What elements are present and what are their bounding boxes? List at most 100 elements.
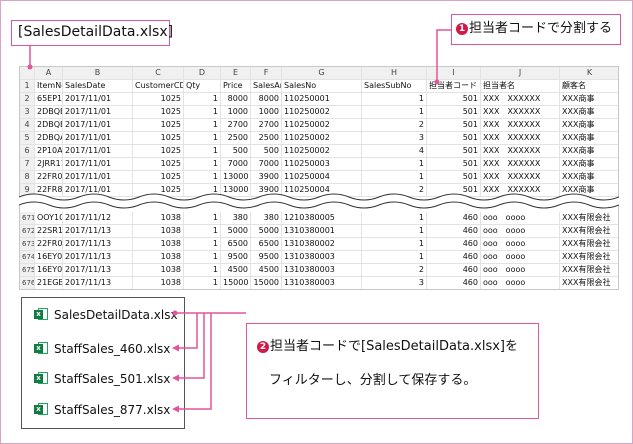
cell-b[interactable]: 2017/11/01 [63, 106, 133, 119]
cell-a[interactable]: 22FR02983411 [35, 238, 63, 251]
cell-c[interactable]: 1038 [133, 277, 184, 289]
cell-h[interactable]: 1 [362, 171, 427, 184]
column-header-b[interactable]: B [63, 67, 133, 80]
cell-c[interactable]: 1025 [133, 93, 184, 106]
cell-g[interactable]: 1310380002 [282, 238, 362, 251]
row-number[interactable]: 2 [20, 93, 35, 106]
file-item[interactable]: x StaffSales_501.xlsx [34, 371, 170, 387]
cell-b[interactable]: 2017/11/01 [63, 119, 133, 132]
row-number[interactable]: 4 [20, 119, 35, 132]
cell-a[interactable]: 2P10A3120000 [35, 145, 63, 158]
cell-j[interactable]: ooo oooo [481, 225, 560, 238]
cell-j[interactable]: ooo oooo [481, 264, 560, 277]
cell-a[interactable]: 65EP101500CI [35, 93, 63, 106]
cell-i[interactable]: 501 [427, 171, 481, 184]
cell-g[interactable]: 110250002 [282, 106, 362, 119]
cell-d[interactable]: 1 [184, 119, 221, 132]
row-number[interactable]: 1 [20, 80, 35, 93]
file-item[interactable]: x StaffSales_877.xlsx [34, 402, 170, 418]
cell-i[interactable]: 501 [427, 158, 481, 171]
cell-g[interactable]: 1310380003 [282, 251, 362, 264]
cell-g[interactable]: 110250002 [282, 119, 362, 132]
cell-b[interactable]: SalesDate [63, 80, 133, 93]
cell-a[interactable]: 2DBQB0155AHD [35, 106, 63, 119]
cell-j[interactable]: 担当者名 [481, 80, 560, 93]
cell-a[interactable]: 21EGB0690000 [35, 277, 63, 289]
row-number[interactable]: 675 [20, 264, 35, 277]
cell-d[interactable]: 1 [184, 264, 221, 277]
cell-f[interactable]: 8000 [251, 93, 282, 106]
cell-e[interactable]: 1000 [221, 106, 251, 119]
cell-k[interactable]: XXX商事 [560, 158, 618, 171]
cell-c[interactable]: 1025 [133, 132, 184, 145]
cell-d[interactable]: Qty [184, 80, 221, 93]
column-header-k[interactable]: K [560, 67, 618, 80]
cell-g[interactable]: 110250001 [282, 93, 362, 106]
cell-i[interactable]: 460 [427, 277, 481, 289]
column-header-d[interactable]: D [184, 67, 221, 80]
cell-e[interactable]: 6500 [221, 238, 251, 251]
cell-j[interactable]: XXX XXXXXX [481, 158, 560, 171]
cell-g[interactable]: 1210380005 [282, 212, 362, 225]
cell-a[interactable]: 22SR11710011 [35, 225, 63, 238]
cell-k[interactable]: XXX商事 [560, 119, 618, 132]
cell-c[interactable]: 1025 [133, 119, 184, 132]
cell-e[interactable]: 13000 [221, 171, 251, 184]
cell-i[interactable]: 460 [427, 212, 481, 225]
cell-h[interactable]: 1 [362, 212, 427, 225]
cell-d[interactable]: 1 [184, 132, 221, 145]
cell-c[interactable]: 1025 [133, 145, 184, 158]
cell-f[interactable]: 500 [251, 145, 282, 158]
cell-d[interactable]: 1 [184, 238, 221, 251]
cell-j[interactable]: ooo oooo [481, 212, 560, 225]
cell-j[interactable]: XXX XXXXXX [481, 171, 560, 184]
cell-k[interactable]: XXX商事 [560, 93, 618, 106]
cell-c[interactable]: 1038 [133, 238, 184, 251]
cell-h[interactable]: SalesSubNo [362, 80, 427, 93]
cell-e[interactable]: 2700 [221, 119, 251, 132]
cell-b[interactable]: 2017/11/13 [63, 238, 133, 251]
cell-d[interactable]: 1 [184, 225, 221, 238]
column-header-h[interactable]: H [362, 67, 427, 80]
cell-h[interactable]: 2 [362, 119, 427, 132]
cell-g[interactable]: 1310380003 [282, 264, 362, 277]
cell-e[interactable]: Price [221, 80, 251, 93]
cell-g[interactable]: 110250002 [282, 132, 362, 145]
cell-j[interactable]: ooo oooo [481, 251, 560, 264]
cell-j[interactable]: XXX XXXXXX [481, 93, 560, 106]
cell-f[interactable]: 7000 [251, 158, 282, 171]
cell-e[interactable]: 4500 [221, 264, 251, 277]
cell-d[interactable]: 1 [184, 145, 221, 158]
cell-d[interactable]: 1 [184, 171, 221, 184]
cell-c[interactable]: 1038 [133, 212, 184, 225]
cell-a[interactable]: OOY100120000 [35, 212, 63, 225]
select-all-corner[interactable] [20, 67, 35, 80]
cell-f[interactable]: 2700 [251, 119, 282, 132]
cell-f[interactable]: 9500 [251, 251, 282, 264]
cell-c[interactable]: 1025 [133, 171, 184, 184]
cell-a[interactable]: 16EY00923400 [35, 264, 63, 277]
cell-k[interactable]: XXX商事 [560, 145, 618, 158]
cell-h[interactable]: 1 [362, 106, 427, 119]
cell-f[interactable]: 380 [251, 212, 282, 225]
row-number[interactable]: 7 [20, 158, 35, 171]
row-number[interactable]: 674 [20, 251, 35, 264]
column-header-g[interactable]: G [282, 67, 362, 80]
cell-e[interactable]: 500 [221, 145, 251, 158]
cell-d[interactable]: 1 [184, 212, 221, 225]
cell-i[interactable]: 501 [427, 119, 481, 132]
cell-b[interactable]: 2017/11/12 [63, 212, 133, 225]
cell-h[interactable]: 3 [362, 277, 427, 289]
cell-f[interactable]: 4500 [251, 264, 282, 277]
cell-h[interactable]: 1 [362, 251, 427, 264]
cell-h[interactable]: 1 [362, 225, 427, 238]
cell-h[interactable]: 1 [362, 158, 427, 171]
cell-b[interactable]: 2017/11/01 [63, 132, 133, 145]
cell-b[interactable]: 2017/11/01 [63, 145, 133, 158]
column-header-i[interactable]: I [427, 67, 481, 80]
cell-a[interactable]: 2DBQA28243HD [35, 132, 63, 145]
cell-f[interactable]: 3900 [251, 171, 282, 184]
cell-e[interactable]: 380 [221, 212, 251, 225]
row-number[interactable]: 8 [20, 171, 35, 184]
cell-e[interactable]: 15000 [221, 277, 251, 289]
